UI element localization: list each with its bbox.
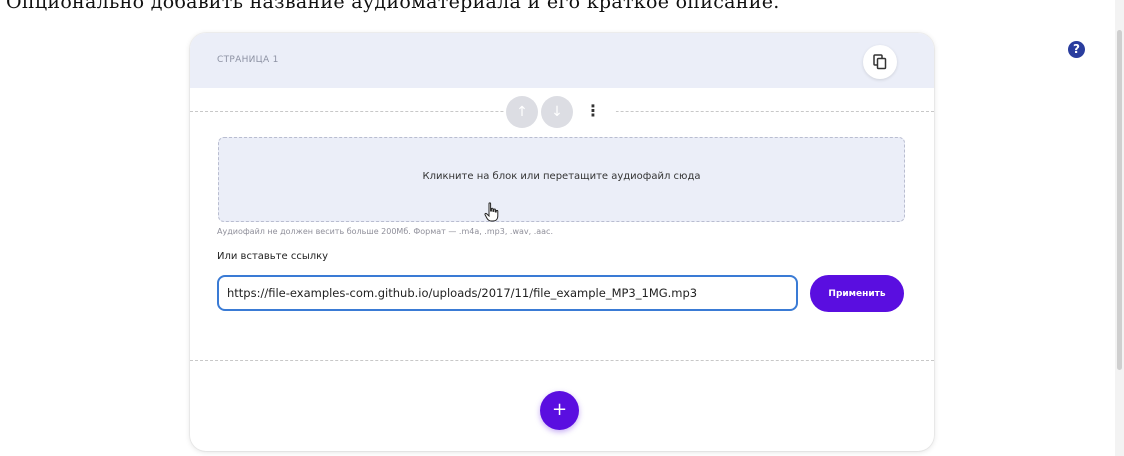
audio-dropzone[interactable]: Кликните на блок или перетащите аудиофай… bbox=[218, 137, 905, 222]
move-down-button[interactable]: ↓ bbox=[541, 96, 573, 128]
block-controls: ↑ ↓ ⋮ bbox=[504, 95, 616, 129]
instruction-text: Опционально добавить название аудиоматер… bbox=[6, 0, 780, 13]
move-up-button[interactable]: ↑ bbox=[506, 96, 538, 128]
arrow-down-icon: ↓ bbox=[551, 104, 563, 120]
apply-button[interactable]: Применить bbox=[810, 275, 904, 312]
file-requirements-hint: Аудиофайл не должен весить больше 200Мб.… bbox=[217, 227, 553, 236]
hand-cursor-icon bbox=[484, 202, 499, 222]
add-block-button[interactable]: + bbox=[540, 391, 579, 430]
page-title: СТРАНИЦА 1 bbox=[217, 55, 279, 65]
more-vertical-icon: ⋮ bbox=[585, 101, 601, 120]
more-options-button[interactable]: ⋮ bbox=[582, 96, 604, 128]
copy-icon bbox=[873, 54, 887, 70]
page-card: СТРАНИЦА 1 ↑ ↓ ⋮ Кликните на блок или пе… bbox=[190, 33, 934, 451]
url-input[interactable] bbox=[217, 275, 798, 311]
scrollbar-thumb[interactable] bbox=[1117, 30, 1122, 370]
plus-icon: + bbox=[551, 399, 568, 420]
dropzone-text: Кликните на блок или перетащите аудиофай… bbox=[422, 171, 701, 182]
help-icon[interactable]: ? bbox=[1068, 41, 1085, 58]
card-header: СТРАНИЦА 1 bbox=[190, 33, 934, 88]
link-label: Или вставьте ссылку bbox=[217, 251, 329, 262]
copy-button[interactable] bbox=[863, 45, 897, 79]
arrow-up-icon: ↑ bbox=[516, 104, 528, 120]
